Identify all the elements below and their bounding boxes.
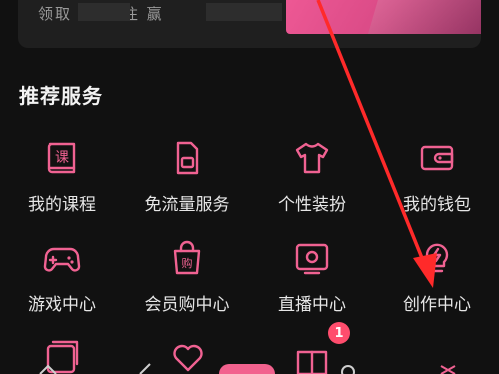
service-label: 直播中心	[278, 295, 346, 315]
shopping-bag-icon: 购	[167, 238, 207, 278]
service-label: 我的课程	[28, 195, 96, 215]
tshirt-icon	[292, 138, 332, 178]
wallet-icon	[417, 138, 457, 178]
service-label: 创作中心	[403, 295, 471, 315]
nav-icon[interactable]	[438, 362, 458, 374]
nav-icon[interactable]	[338, 362, 358, 374]
service-free-data[interactable]: 免流量服务	[125, 130, 249, 230]
course-book-icon: 课	[42, 138, 82, 178]
sim-card-icon	[167, 138, 207, 178]
service-label: 会员购中心	[144, 295, 230, 315]
publish-button[interactable]	[219, 364, 275, 374]
service-my-course[interactable]: 课 我的课程	[0, 130, 124, 230]
service-game-center[interactable]: 游戏中心	[0, 230, 124, 330]
lightbulb-icon	[417, 238, 457, 278]
service-member-shop[interactable]: 购 会员购中心	[125, 230, 249, 330]
section-title: 推荐服务	[19, 84, 103, 108]
service-label: 个性装扮	[278, 195, 346, 215]
home-icon[interactable]	[38, 362, 58, 374]
gamepad-icon	[42, 238, 82, 278]
service-label: 我的钱包	[403, 195, 471, 215]
promo-image-shade	[368, 0, 481, 34]
promo-banner[interactable]: 领取 ... 持住 赢	[18, 0, 481, 48]
tv-live-icon	[292, 238, 332, 278]
service-personal-dress[interactable]: 个性装扮	[250, 130, 374, 230]
service-label: 免流量服务	[144, 195, 230, 215]
nav-icon[interactable]	[136, 362, 156, 374]
service-creator-center[interactable]: 创作中心	[375, 230, 499, 330]
promo-redacted-text	[206, 3, 282, 21]
service-label: 游戏中心	[28, 295, 96, 315]
service-live-center[interactable]: 直播中心	[250, 230, 374, 330]
svg-text:课: 课	[55, 150, 69, 166]
service-wallet[interactable]: 我的钱包	[375, 130, 499, 230]
app-screen: 领取 ... 持住 赢 推荐服务 课 我的课程	[0, 0, 499, 374]
promo-redacted-text	[78, 3, 130, 21]
svg-text:购: 购	[182, 256, 193, 270]
notification-badge: 1	[328, 322, 350, 344]
